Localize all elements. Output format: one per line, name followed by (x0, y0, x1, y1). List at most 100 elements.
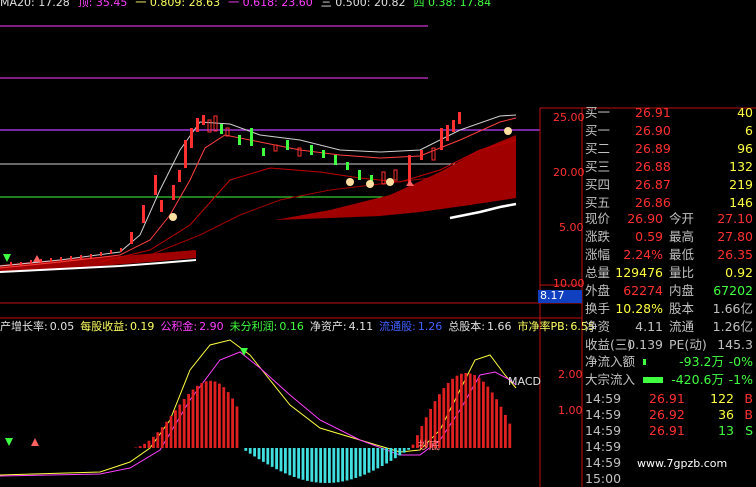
macd-bar (297, 448, 300, 479)
quote-value: 1.26亿 (712, 319, 753, 334)
orderbook-label: 买二 (585, 141, 611, 156)
ma-value: 一 0.618: 23.60 (228, 0, 313, 9)
quote-value: 1.66亿 (712, 301, 753, 316)
macd-bar (460, 373, 463, 448)
info-label: 每股收益: (80, 320, 128, 333)
macd-bar (262, 448, 265, 462)
macd-bar (350, 448, 353, 480)
macd-bar (468, 373, 472, 448)
tick-time: 14:59 (585, 423, 622, 438)
quote-panel: 买一 26.91 40 买一 26.90 6 买二 26.89 96 买三 26.88 132 买四 26… (583, 105, 756, 487)
ma-value: 三 0.500: 20.82 (320, 0, 406, 9)
macd-bar (257, 448, 261, 460)
macd-bar (314, 448, 318, 483)
macd-bar (275, 448, 278, 470)
macd-bar (363, 448, 366, 475)
macd-bar (156, 432, 160, 448)
macd-bar (495, 399, 498, 448)
orderbook-row: 买三 26.88 132 (583, 158, 756, 176)
fundamentals-bar: 产增长率: 0.05 每股收益: 0.19 公积金: 2.90 未分利润: 0.16 净资产: 4… (0, 321, 601, 333)
macd-bar (147, 440, 151, 448)
orderbook-label: 买一 (585, 105, 611, 120)
orderbook-price: 26.89 (635, 141, 671, 156)
macd-bar (486, 386, 490, 448)
flow-value: -93.2万 (679, 354, 724, 369)
macd-bar (323, 448, 327, 483)
macd-bar (455, 375, 459, 448)
info-label: 市净率PB: (517, 320, 569, 333)
info-value: 1.66 (487, 320, 512, 333)
tick-row: 14:59 26.92 36 B (583, 407, 756, 423)
price-axis-label: 20.00 (553, 166, 585, 179)
quote-value: 10.28% (615, 301, 663, 316)
macd-bar (231, 398, 234, 448)
indicator-axis-label: 2.00 (558, 368, 583, 381)
orderbook-vol: 40 (737, 105, 753, 120)
tick-price: 26.91 (649, 391, 685, 406)
quote-value: 26.90 (627, 211, 663, 226)
ma-value: 四 0.38: 17.84 (413, 0, 492, 9)
quote-label: 内盘 (669, 283, 695, 298)
tick-vol: 36 (718, 407, 734, 422)
macd-bar (222, 387, 226, 448)
chao-di-label: 抄底 (418, 439, 440, 452)
macd-bar (446, 382, 450, 448)
macd-bar (332, 448, 336, 483)
macd-bar (200, 383, 204, 448)
macd-bar (248, 448, 252, 454)
flow-row: 大宗流入 -420.6万 -1% (583, 371, 756, 389)
quote-label: 总量 (585, 265, 611, 280)
orderbook-row: 买二 26.89 96 (583, 140, 756, 158)
quote-value: 27.10 (717, 211, 753, 226)
macd-bar (169, 415, 173, 448)
quote-label: 收益(三) (585, 337, 633, 352)
macd-bar (358, 448, 362, 477)
orderbook-price: 26.90 (635, 123, 671, 138)
macd-bar (301, 448, 305, 480)
macd-bar (178, 404, 182, 448)
macd-bar (191, 389, 195, 448)
macd-bar (160, 427, 164, 448)
quote-value: 145.3 (717, 337, 753, 352)
macd-bar (292, 448, 296, 477)
macd-bar (209, 380, 212, 448)
quote-row: 涨跌 0.59 最高 27.80 (583, 228, 756, 246)
macd-bar (482, 381, 485, 448)
orderbook-row: 买四 26.87 219 (583, 176, 756, 194)
tick-time: 14:59 (585, 439, 622, 454)
macd-bar (266, 448, 270, 465)
macd-bar (253, 448, 256, 457)
macd-bar (310, 448, 314, 482)
quote-label: 净资 (585, 319, 611, 334)
quote-row: 总量 129476 量比 0.92 (583, 264, 756, 282)
ma-value: 一 0.809: 28.63 (135, 0, 221, 9)
flow-value: -420.6万 (671, 372, 724, 387)
tick-price: 26.91 (649, 423, 685, 438)
orderbook-vol: 219 (729, 177, 753, 192)
macd-bar (354, 448, 358, 478)
macd-bar (244, 448, 248, 451)
quote-value: 27.80 (717, 229, 753, 244)
macd-bar (328, 448, 331, 483)
price-axis-label: 25.00 (553, 111, 585, 124)
orderbook-price: 26.87 (635, 177, 671, 192)
macd-bar (165, 421, 168, 448)
orderbook-vol: 96 (737, 141, 753, 156)
tick-price: 26.92 (649, 407, 685, 422)
flow-bar (643, 359, 646, 365)
macd-bar (464, 373, 468, 448)
info-label: 净资产: (309, 320, 347, 333)
info-value: 0.05 (49, 320, 75, 333)
watermark: www.7gpzb.com (637, 457, 728, 470)
info-value: 1.26 (417, 320, 443, 333)
orderbook-label: 买一 (585, 123, 611, 138)
macd-bar (367, 448, 371, 473)
quote-value: 67202 (713, 283, 753, 298)
macd-label: MACD (508, 375, 541, 388)
quote-row: 现价 26.90 今开 27.10 (583, 210, 756, 228)
orderbook-row: 买一 26.91 40 (583, 104, 756, 122)
macd-bar (451, 378, 454, 448)
tick-time: 14:59 (585, 455, 622, 470)
macd-bar (499, 406, 503, 448)
macd-bar (187, 393, 190, 448)
